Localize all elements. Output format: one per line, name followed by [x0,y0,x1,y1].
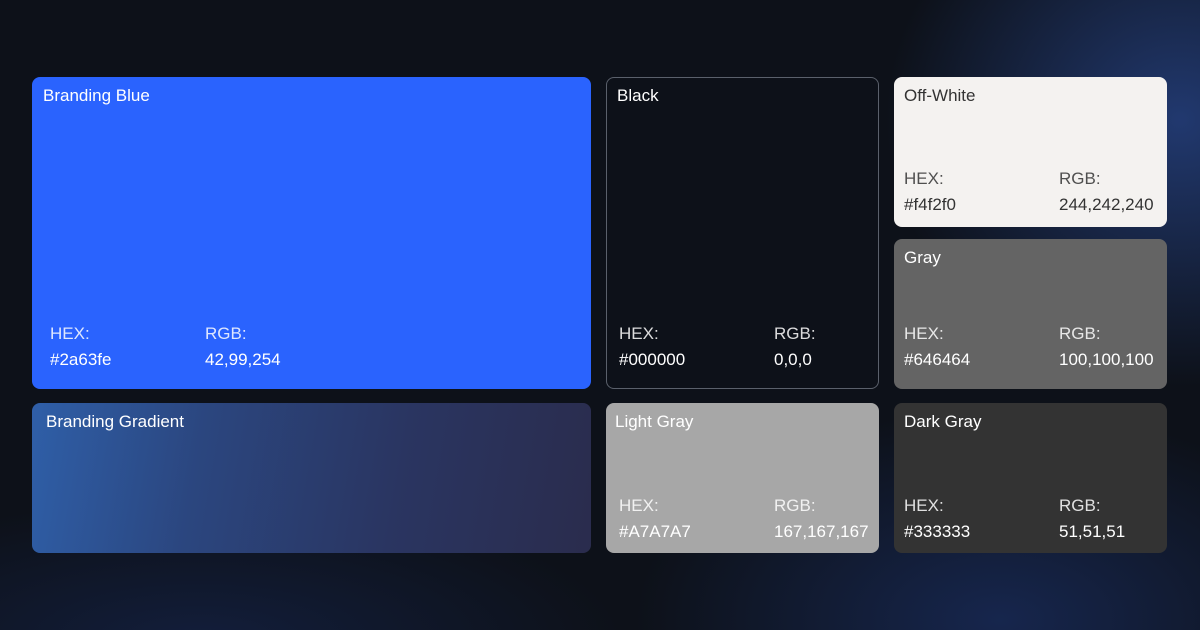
rgb-label: RGB: [774,496,816,515]
rgb-value: 244,242,240 [1059,195,1154,214]
rgb-value: 42,99,254 [205,350,281,369]
swatch-black: Black HEX: RGB: #000000 0,0,0 [606,77,879,389]
rgb-label: RGB: [205,324,247,343]
swatch-name: Dark Gray [904,412,982,431]
rgb-label: RGB: [774,324,816,343]
swatch-name: Black [617,86,659,105]
swatch-branding-gradient: Branding Gradient [32,403,591,553]
hex-label: HEX: [904,324,944,343]
rgb-label: RGB: [1059,496,1101,515]
hex-label: HEX: [619,496,659,515]
hex-label: HEX: [904,169,944,188]
rgb-label: RGB: [1059,324,1101,343]
swatch-name: Off-White [904,86,976,105]
rgb-value: 51,51,51 [1059,522,1126,541]
swatch-name: Gray [904,248,941,267]
swatch-off-white: Off-White HEX: RGB: #f4f2f0 244,242,240 [894,77,1167,227]
hex-label: HEX: [904,496,944,515]
hex-value: #000000 [619,350,686,369]
rgb-value: 100,100,100 [1059,350,1154,369]
swatch-name: Branding Gradient [46,412,184,431]
hex-label: HEX: [50,324,90,343]
hex-label: HEX: [619,324,659,343]
swatch-branding-blue: Branding Blue HEX: RGB: #2a63fe 42,99,25… [32,77,591,389]
swatch-light-gray: Light Gray HEX: RGB: #A7A7A7 167,167,167 [606,403,879,553]
swatch-gray: Gray HEX: RGB: #646464 100,100,100 [894,239,1167,389]
hex-value: #333333 [904,522,971,541]
rgb-label: RGB: [1059,169,1101,188]
swatch-name: Branding Blue [43,86,150,105]
hex-value: #f4f2f0 [904,195,956,214]
swatch-name: Light Gray [615,412,694,431]
rgb-value: 167,167,167 [774,522,869,541]
hex-value: #A7A7A7 [619,522,691,541]
hex-value: #646464 [904,350,971,369]
hex-value: #2a63fe [50,350,112,369]
rgb-value: 0,0,0 [774,350,812,369]
swatch-dark-gray: Dark Gray HEX: RGB: #333333 51,51,51 [894,403,1167,553]
